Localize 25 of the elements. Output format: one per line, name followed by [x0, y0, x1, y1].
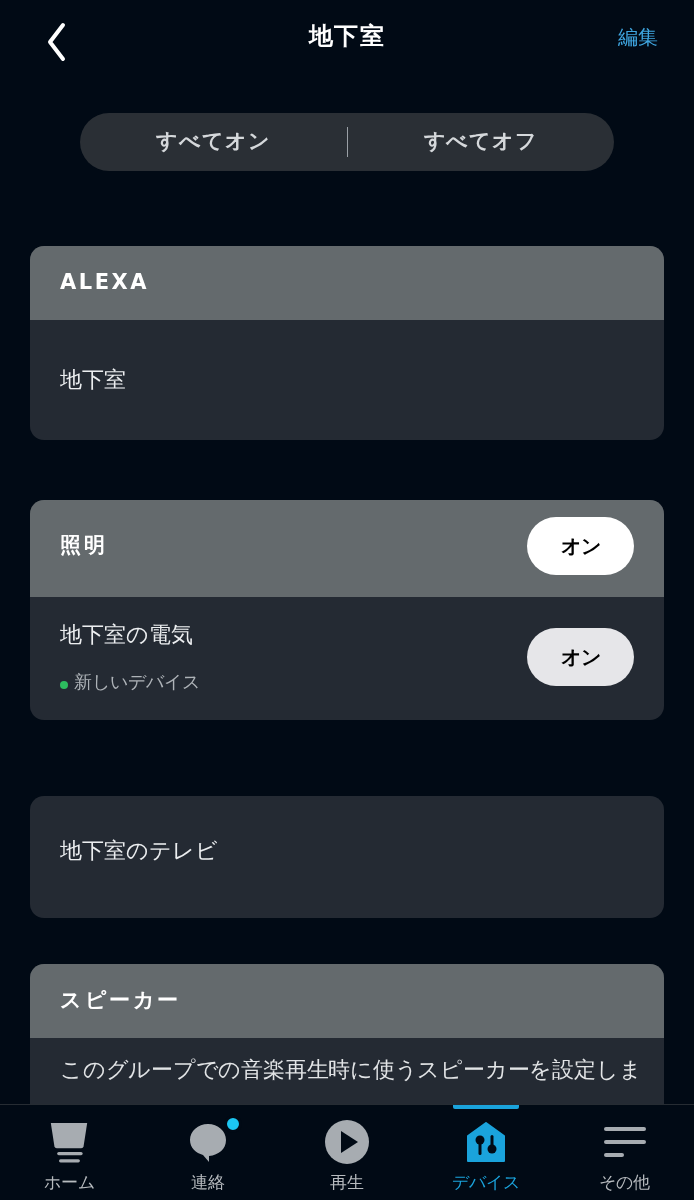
- tab[interactable]: 再生: [277, 1105, 417, 1200]
- device-status: 新しいデバイス: [74, 669, 200, 694]
- house-sliders-icon: [465, 1122, 506, 1162]
- speech-bubble-icon: [188, 1122, 229, 1162]
- section-title: スピーカー: [60, 987, 181, 1015]
- tab[interactable]: 連絡: [138, 1105, 278, 1200]
- bulk-action-button[interactable]: すべてオフ: [347, 113, 614, 171]
- bulk-action-button[interactable]: すべてオン: [80, 113, 347, 171]
- device-name: 地下室の電気: [60, 620, 194, 649]
- device-name: 地下室のテレビ: [60, 837, 218, 865]
- device-on-button[interactable]: オン: [527, 627, 634, 686]
- chevron-left-icon: [45, 22, 67, 62]
- tab[interactable]: ホーム: [0, 1105, 139, 1200]
- section-description: このグループでの音楽再生時に使うスピーカーを設定しま: [60, 1056, 642, 1084]
- tab[interactable]: その他: [555, 1105, 694, 1200]
- device-name: 地下室: [60, 366, 126, 394]
- edit-button[interactable]: 編集: [618, 22, 658, 52]
- home-icon: [49, 1121, 90, 1163]
- menu-icon: [603, 1127, 646, 1157]
- section-title: ALEXA: [60, 269, 150, 297]
- play-icon: [325, 1120, 369, 1164]
- page-title: 地下室: [309, 21, 385, 52]
- group-on-button[interactable]: オン: [527, 516, 634, 575]
- section-title: 照明: [60, 531, 108, 559]
- tab[interactable]: デバイス: [416, 1105, 556, 1200]
